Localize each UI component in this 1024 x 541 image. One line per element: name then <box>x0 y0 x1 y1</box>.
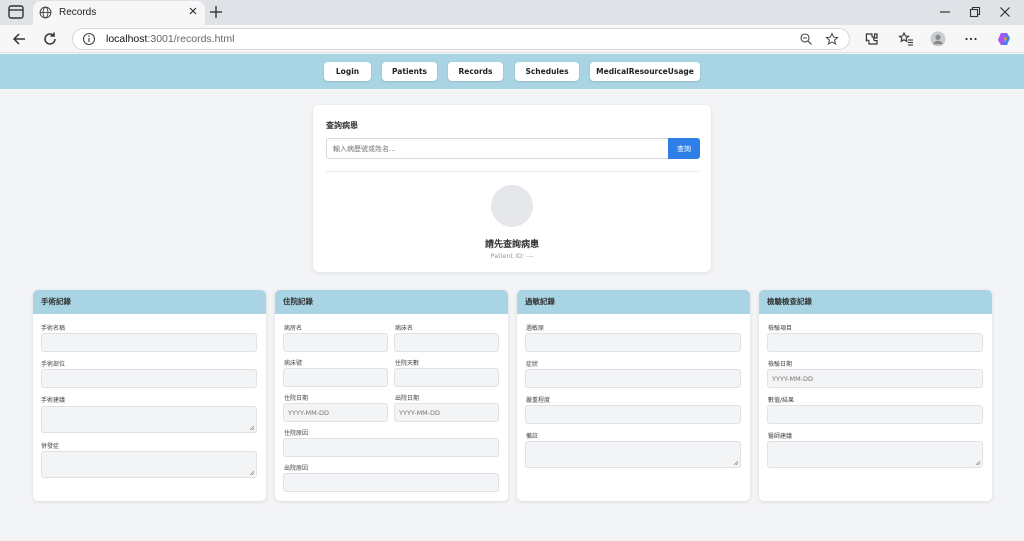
lab-item-label: 檢驗項目 <box>768 325 793 332</box>
lab-result-field[interactable] <box>767 405 983 424</box>
resize-grip-icon[interactable] <box>975 460 981 466</box>
admit-reason-field[interactable] <box>283 438 499 457</box>
patient-avatar <box>491 185 533 227</box>
stay-days-field[interactable] <box>394 368 499 387</box>
globe-icon <box>39 6 52 19</box>
tab-actions-icon[interactable] <box>8 5 24 19</box>
reload-icon[interactable] <box>42 31 58 47</box>
site-info-icon[interactable] <box>82 32 96 46</box>
divider <box>326 171 699 172</box>
admit-date-label: 住院日期 <box>284 395 309 402</box>
ward-label: 病房名 <box>284 325 303 332</box>
nav-schedules-button[interactable]: Schedules <box>515 62 579 81</box>
surgery-site-field[interactable] <box>41 369 257 388</box>
symptom-field[interactable] <box>525 369 741 388</box>
more-menu-icon[interactable] <box>963 31 979 47</box>
severity-field[interactable] <box>525 405 741 424</box>
nav-login-button[interactable]: Login <box>324 62 371 81</box>
extensions-icon[interactable] <box>864 31 880 47</box>
favorites-icon[interactable] <box>898 31 914 47</box>
card-title: 住院記錄 <box>275 290 508 314</box>
card-title: 檢驗檢查記錄 <box>759 290 992 314</box>
symptom-label: 症狀 <box>526 361 539 368</box>
allergen-label: 過敏原 <box>526 325 545 332</box>
doctor-advice-label: 醫師建議 <box>768 433 793 440</box>
url-text: localhost:3001/records.html <box>106 33 235 45</box>
browser-tabstrip: Records <box>0 0 1024 25</box>
favorite-star-icon[interactable] <box>825 32 839 46</box>
site-nav: Login Patients Records Schedules Medical… <box>0 54 1024 89</box>
lab-record-card: 檢驗檢查記錄 檢驗項目 檢驗日期 數值/結果 醫師建議 <box>759 290 992 501</box>
surgery-record-card: 手術記錄 手術名稱 手術部位 手術建議 併發症 <box>33 290 266 501</box>
browser-toolbar: localhost:3001/records.html <box>0 25 1024 53</box>
surgery-advice-label: 手術建議 <box>41 397 66 404</box>
minimize-icon[interactable] <box>938 5 952 19</box>
address-bar[interactable]: localhost:3001/records.html <box>72 28 850 50</box>
resize-grip-icon[interactable] <box>249 470 255 476</box>
nav-patients-button[interactable]: Patients <box>382 62 437 81</box>
admit-date-field[interactable] <box>283 403 388 422</box>
card-title: 手術記錄 <box>33 290 266 314</box>
notes-label: 備註 <box>526 433 539 440</box>
tab-title: Records <box>59 7 97 18</box>
restore-icon[interactable] <box>968 5 982 19</box>
resize-grip-icon[interactable] <box>249 425 255 431</box>
nav-medical-resource-usage-button[interactable]: MedicalResourceUsage <box>590 62 700 81</box>
ward-field[interactable] <box>283 333 388 352</box>
stay-days-label: 住院天數 <box>395 360 420 367</box>
discharge-reason-label: 出院原因 <box>284 465 309 472</box>
notes-textarea[interactable] <box>525 441 741 468</box>
admit-reason-label: 住院原因 <box>284 430 309 437</box>
bed-name-field[interactable] <box>394 333 499 352</box>
resize-grip-icon[interactable] <box>733 460 739 466</box>
profile-avatar-icon[interactable] <box>930 31 946 47</box>
search-button[interactable]: 查詢 <box>668 138 700 159</box>
patient-id: Patient ID: --- <box>490 252 534 260</box>
lab-item-field[interactable] <box>767 333 983 352</box>
admission-record-card: 住院記錄 病房名 病床名 病床號 住院天數 住院日期 出院日期 住院原因 出院原… <box>275 290 508 501</box>
surgery-advice-textarea[interactable] <box>41 406 257 433</box>
card-title: 過敏記錄 <box>517 290 750 314</box>
bed-number-field[interactable] <box>283 368 388 387</box>
lab-date-label: 檢驗日期 <box>768 361 793 368</box>
zoom-icon[interactable] <box>799 32 813 46</box>
complication-label: 併發症 <box>41 443 60 450</box>
lab-date-field[interactable] <box>767 369 983 388</box>
discharge-date-field[interactable] <box>394 403 499 422</box>
discharge-reason-field[interactable] <box>283 473 499 492</box>
allergy-record-card: 過敏記錄 過敏原 症狀 嚴重程度 備註 <box>517 290 750 501</box>
browser-tab[interactable]: Records <box>33 1 205 25</box>
allergen-field[interactable] <box>525 333 741 352</box>
surgery-name-label: 手術名稱 <box>41 325 66 332</box>
close-window-icon[interactable] <box>998 5 1012 19</box>
bed-name-label: 病床名 <box>395 325 414 332</box>
patient-search-input[interactable] <box>326 138 669 159</box>
search-prompt: 請先查詢病患 <box>484 240 539 250</box>
back-icon[interactable] <box>11 31 27 47</box>
search-heading: 查詢病患 <box>326 121 358 130</box>
surgery-site-label: 手術部位 <box>41 361 66 368</box>
severity-label: 嚴重程度 <box>526 397 551 404</box>
surgery-name-field[interactable] <box>41 333 257 352</box>
complication-textarea[interactable] <box>41 451 257 478</box>
discharge-date-label: 出院日期 <box>395 395 420 402</box>
close-tab-icon[interactable] <box>187 5 199 17</box>
new-tab-icon[interactable] <box>208 4 224 20</box>
lab-result-label: 數值/結果 <box>768 397 795 404</box>
copilot-icon[interactable] <box>996 31 1012 47</box>
patient-search-card: 查詢病患 查詢 請先查詢病患 Patient ID: --- <box>313 105 711 272</box>
bed-number-label: 病床號 <box>284 360 303 367</box>
doctor-advice-textarea[interactable] <box>767 441 983 468</box>
nav-records-button[interactable]: Records <box>448 62 503 81</box>
